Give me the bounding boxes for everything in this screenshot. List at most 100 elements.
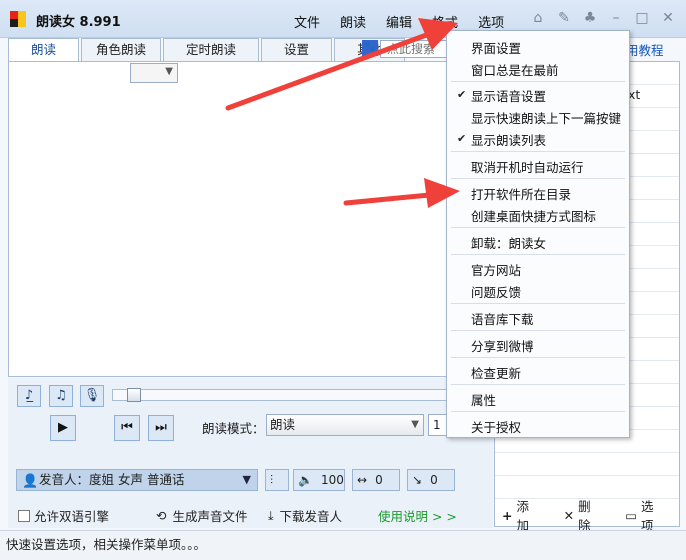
menu-item-check-updates[interactable]: 检查更新 (471, 363, 521, 382)
generate-audio-button[interactable]: ⟲ 生成声音文件 (156, 506, 248, 525)
pitch-icon: ↘ (412, 473, 423, 487)
delete-button[interactable]: ✕ 删除 (556, 496, 600, 534)
maximize-icon[interactable]: □ (634, 10, 650, 26)
usage-guide-link[interactable]: 使用说明 > > (378, 506, 457, 525)
menu-item-about-license[interactable]: 关于授权 (471, 417, 521, 436)
menu-separator (451, 178, 625, 179)
menu-item-share-weibo[interactable]: 分享到微博 (471, 336, 534, 355)
menu-file[interactable]: 文件 (284, 12, 330, 31)
download-voice-button[interactable]: ⤓ 下载发音人 (268, 506, 342, 525)
tab-timed-read[interactable]: 定时朗读 (163, 38, 260, 61)
skip-forward-icon: ⏭ (155, 420, 167, 435)
dual-engine-checkbox[interactable] (18, 509, 30, 522)
options-button[interactable]: ▭ 选项 (617, 496, 662, 534)
rate-control[interactable]: ↔ 0 (352, 469, 400, 491)
menu-item-uninstall[interactable]: 卸载：朗读女 (471, 233, 546, 252)
menu-separator (451, 384, 625, 385)
home-icon[interactable]: ⌂ (530, 10, 546, 26)
text-editor[interactable] (8, 61, 493, 377)
volume-value: 100 (320, 473, 344, 487)
progress-slider[interactable] (112, 389, 452, 401)
add-button[interactable]: + 添加 (494, 496, 538, 534)
microphone-icon[interactable]: 🎙 (80, 385, 104, 407)
dual-engine-option[interactable]: 允许双语引擎 (18, 506, 109, 525)
paw-search-icon[interactable]: 🐾 (362, 40, 378, 56)
signal-button[interactable]: ⫶ (265, 469, 289, 491)
menu-read[interactable]: 朗读 (330, 12, 376, 31)
rate-value: 0 (375, 473, 383, 487)
menu-item-interface-settings[interactable]: 界面设置 (471, 38, 521, 57)
music-icon[interactable]: ♫ (49, 385, 73, 407)
document-icon[interactable]: ♪̲ (17, 385, 41, 407)
read-mode-select[interactable]: 朗读 ▼ (266, 414, 424, 436)
play-icon: ▶ (58, 420, 68, 435)
menu-separator (451, 81, 625, 82)
main-tabs: 朗读 角色朗读 定时朗读 设置 其他 (8, 38, 407, 62)
menu-item-official-site[interactable]: 官方网站 (471, 260, 521, 279)
download-icon: ⤓ (268, 507, 274, 523)
window-controls: ⌂ ✎ ♣ – □ ✕ (530, 10, 676, 26)
options-dropdown-menu: 界面设置 窗口总是在最前 ✔ 显示语音设置 显示快速朗读上下一篇按键 ✔ 显示朗… (446, 30, 630, 438)
read-mode-value: 朗读 (270, 417, 296, 432)
progress-slider-handle[interactable] (127, 388, 141, 402)
previous-button[interactable]: ⏮ (114, 415, 140, 441)
chevron-down-icon: ▼ (165, 66, 173, 77)
check-icon: ✔ (457, 88, 467, 101)
menu-item-always-on-top[interactable]: 窗口总是在最前 (471, 60, 559, 79)
convert-icon: ⟲ (156, 508, 167, 523)
minimize-icon[interactable]: – (608, 10, 624, 26)
tab-role-read[interactable]: 角色朗读 (81, 38, 162, 61)
menu-separator (451, 151, 625, 152)
menu-separator (451, 303, 625, 304)
delete-label: 删除 (578, 499, 591, 533)
menu-format[interactable]: 格式 (422, 12, 468, 31)
search-input[interactable] (380, 40, 450, 58)
pitch-control[interactable]: ↘ 0 (407, 469, 455, 491)
skip-back-icon: ⏮ (121, 420, 133, 435)
shirt-icon[interactable]: ♣ (582, 10, 598, 26)
volume-control[interactable]: 🔈 100 (293, 469, 345, 491)
menu-separator (451, 254, 625, 255)
menu-item-feedback[interactable]: 问题反馈 (471, 282, 521, 301)
close-icon[interactable]: ✕ (660, 10, 676, 26)
options-label: 选项 (641, 499, 654, 533)
plus-icon: + (502, 507, 513, 523)
menu-item-create-desktop-shortcut[interactable]: 创建桌面快捷方式图标 (471, 206, 596, 225)
chevron-down-icon: ▼ (411, 419, 419, 430)
menu-edit[interactable]: 编辑 (376, 12, 422, 31)
menu-item-show-reading-list[interactable]: 显示朗读列表 (471, 130, 546, 149)
pitch-value: 0 (430, 473, 438, 487)
tab-read[interactable]: 朗读 (8, 38, 80, 62)
menu-item-open-install-folder[interactable]: 打开软件所在目录 (471, 184, 571, 203)
menu-options[interactable]: 选项 (468, 12, 514, 31)
check-icon: ✔ (457, 132, 467, 145)
menu-item-cancel-autostart[interactable]: 取消开机时自动运行 (471, 157, 584, 176)
menu-item-voice-library-download[interactable]: 语音库下载 (471, 309, 534, 328)
voice-select[interactable]: 👤 发音人：度姐 女声 普通话 ▼ (16, 469, 258, 491)
menu-item-properties[interactable]: 属性 (471, 390, 496, 409)
next-button[interactable]: ⏭ (148, 415, 174, 441)
user-icon: 👤 (22, 474, 39, 489)
list-filter-select[interactable]: ▼ (130, 63, 178, 83)
add-label: 添加 (516, 499, 529, 533)
chevron-down-icon: ▼ (242, 473, 251, 486)
menu-item-show-voice-settings[interactable]: 显示语音设置 (471, 86, 546, 105)
volume-icon: 🔈 (298, 473, 313, 487)
play-button[interactable]: ▶ (50, 415, 76, 441)
app-logo-icon (10, 11, 26, 27)
list-item[interactable] (495, 453, 679, 476)
menu-separator (451, 357, 625, 358)
status-bar: 快速设置选项，相关操作菜单项。。。 (0, 530, 686, 560)
menu-separator (451, 227, 625, 228)
tools-icon[interactable]: ✎ (556, 10, 572, 26)
help-link[interactable]: 用教程 (626, 40, 664, 59)
arrows-horizontal-icon: ↔ (357, 473, 368, 487)
menu-item-show-prev-next-keys[interactable]: 显示快速朗读上下一篇按键 (471, 108, 621, 127)
app-title: 朗读女 8.991 (36, 15, 121, 30)
tab-settings[interactable]: 设置 (261, 38, 333, 61)
dual-engine-label: 允许双语引擎 (34, 509, 110, 524)
voice-label: 发音人：度姐 女声 普通话 (39, 472, 185, 487)
list-toolbar: + 添加 ✕ 删除 ▭ 选项 (494, 499, 680, 533)
menu-separator (451, 411, 625, 412)
window-icon: ▭ (625, 507, 637, 523)
